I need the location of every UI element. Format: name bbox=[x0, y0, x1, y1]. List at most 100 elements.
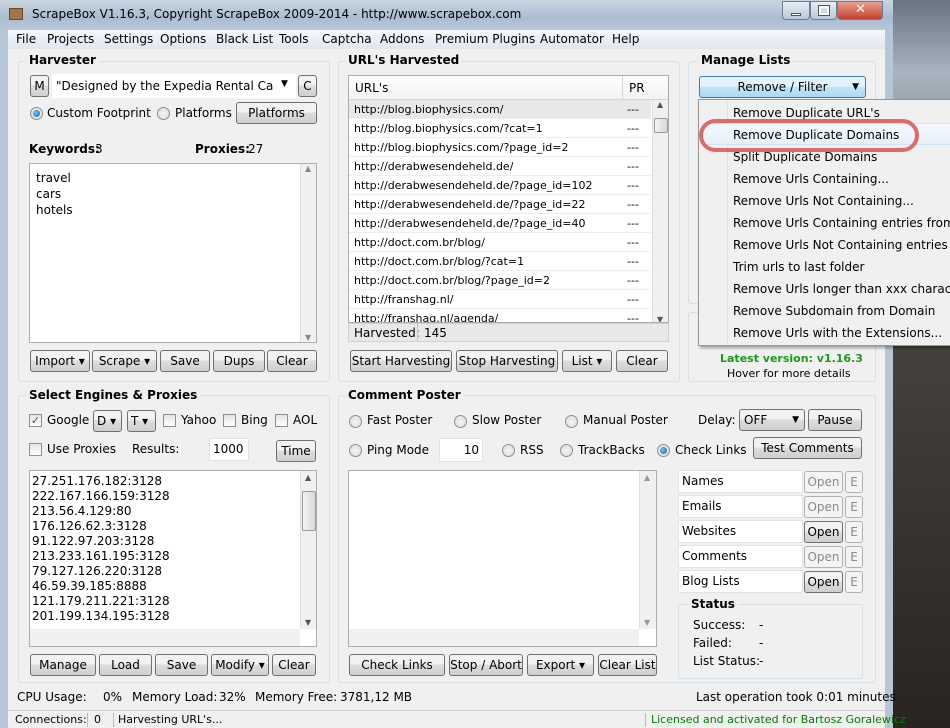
delay-dropdown[interactable]: OFF ▼ bbox=[739, 409, 805, 431]
save-keywords-button[interactable]: Save bbox=[160, 350, 210, 372]
ping-mode-radio[interactable] bbox=[349, 444, 362, 457]
url-row[interactable]: http://derabwesendeheld.de/?page_id=22 --… bbox=[349, 195, 651, 214]
google-t-dropdown[interactable]: T ▾ bbox=[127, 410, 156, 432]
ping-threads-input[interactable]: 10 bbox=[439, 438, 483, 462]
urls-scrollbar[interactable]: ▲ ▼ bbox=[652, 100, 668, 322]
proxies-textarea[interactable]: 27.251.176.182:3128 222.167.166.159:3128 2… bbox=[29, 470, 317, 647]
platforms-button[interactable]: Platforms bbox=[236, 102, 317, 124]
clear-keywords-button[interactable]: Clear bbox=[267, 350, 317, 372]
remove-filter-dropdown[interactable]: Remove / Filter ▼ bbox=[699, 76, 866, 98]
google-checkbox[interactable]: ✓ bbox=[29, 414, 42, 427]
menu-item[interactable]: Remove Urls Containing... bbox=[733, 168, 889, 190]
menu-help[interactable]: Help bbox=[612, 32, 639, 46]
menu-projects[interactable]: Projects bbox=[47, 32, 94, 46]
start-harvesting-button[interactable]: Start Harvesting bbox=[350, 350, 452, 372]
open-comments-button[interactable]: Open bbox=[804, 546, 843, 568]
url-row[interactable]: http://derabwesendeheld.de/?page_id=40 --… bbox=[349, 214, 651, 233]
url-row[interactable]: http://franshag.nl/ --- bbox=[349, 290, 651, 309]
menu-addons[interactable]: Addons bbox=[380, 32, 424, 46]
menu-captcha[interactable]: Captcha bbox=[322, 32, 372, 46]
column-header-pr[interactable]: PR bbox=[629, 81, 645, 95]
menu-item[interactable]: Remove Subdomain from Domain bbox=[733, 300, 935, 322]
url-row[interactable]: http://derabwesendeheld.de/?page_id=102 -… bbox=[349, 176, 651, 195]
slow-poster-radio[interactable] bbox=[454, 415, 467, 428]
pause-button[interactable]: Pause bbox=[808, 409, 862, 431]
check-links-radio[interactable] bbox=[657, 444, 670, 457]
menu-item[interactable]: Remove Urls Containing entries from... bbox=[733, 212, 950, 234]
open-names-button[interactable]: Open bbox=[804, 471, 843, 493]
trackbacks-radio[interactable] bbox=[560, 444, 573, 457]
menu-item[interactable]: Remove Urls Not Containing... bbox=[733, 190, 914, 212]
url-row[interactable]: http://derabwesendeheld.de/ --- bbox=[349, 157, 651, 176]
poster-hscrollbar[interactable] bbox=[349, 629, 639, 646]
export-button[interactable]: Export ▾ bbox=[527, 654, 594, 676]
clear-list-button[interactable]: Clear List bbox=[598, 654, 657, 676]
blog-lists-field[interactable]: Blog Lists bbox=[678, 570, 803, 593]
websites-field[interactable]: Websites bbox=[678, 520, 803, 543]
url-row[interactable]: http://blog.biophysics.com/ --- bbox=[349, 100, 651, 119]
menu-item[interactable]: Remove Urls with the Extensions... bbox=[733, 322, 942, 344]
google-d-dropdown[interactable]: D ▾ bbox=[93, 410, 122, 432]
title-bar[interactable]: ScrapeBox V1.16.3, Copyright ScrapeBox 2… bbox=[0, 0, 893, 30]
stop-harvesting-button[interactable]: Stop Harvesting bbox=[456, 350, 558, 372]
proxies-hscrollbar[interactable] bbox=[30, 629, 300, 646]
menu-tools[interactable]: Tools bbox=[279, 32, 309, 46]
menu-automator[interactable]: Automator bbox=[540, 32, 604, 46]
url-row[interactable]: http://doct.com.br/blog/?cat=1 --- bbox=[349, 252, 651, 271]
test-comments-button[interactable]: Test Comments bbox=[753, 437, 862, 459]
menu-item[interactable]: Remove Urls longer than xxx character bbox=[733, 278, 950, 300]
check-links-button[interactable]: Check Links bbox=[349, 654, 445, 676]
poster-textarea[interactable]: ▲ ▼ bbox=[348, 470, 657, 647]
stop-abort-button[interactable]: Stop / Abort bbox=[449, 654, 523, 676]
url-row[interactable]: http://doct.com.br/blog/ --- bbox=[349, 233, 651, 252]
open-emails-button[interactable]: Open bbox=[804, 496, 843, 518]
proxies-vscrollbar[interactable]: ▲ ▼ bbox=[300, 471, 316, 629]
url-row[interactable]: http://doct.com.br/blog/?page_id=2 --- bbox=[349, 271, 651, 290]
manage-proxies-button[interactable]: Manage bbox=[30, 654, 96, 676]
bing-checkbox[interactable] bbox=[223, 414, 236, 427]
menu-blacklist[interactable]: Black List bbox=[216, 32, 273, 46]
urls-list[interactable]: URL's PR http://blog.biophysics.com/--- h… bbox=[348, 75, 669, 323]
column-header-url[interactable]: URL's bbox=[355, 81, 388, 95]
clear-proxies-button[interactable]: Clear bbox=[272, 654, 316, 676]
modify-proxies-button[interactable]: Modify ▾ bbox=[211, 654, 269, 676]
edit-emails-button[interactable]: E bbox=[845, 496, 863, 518]
url-row[interactable]: http://blog.biophysics.com/?cat=1 --- bbox=[349, 119, 651, 138]
menu-item[interactable]: Trim urls to last folder bbox=[733, 256, 864, 278]
open-websites-button[interactable]: Open bbox=[804, 521, 843, 543]
results-input[interactable]: 1000 bbox=[209, 438, 249, 461]
save-proxies-button[interactable]: Save bbox=[155, 654, 208, 676]
time-button[interactable]: Time bbox=[276, 440, 316, 462]
scrape-button[interactable]: Scrape ▾ bbox=[92, 350, 157, 372]
hover-details[interactable]: Hover for more details bbox=[727, 367, 851, 380]
url-row[interactable]: http://blog.biophysics.com/?page_id=2 --- bbox=[349, 138, 651, 157]
menu-options[interactable]: Options bbox=[160, 32, 206, 46]
names-field[interactable]: Names bbox=[678, 470, 803, 493]
edit-blog-lists-button[interactable]: E bbox=[845, 571, 863, 593]
menu-item[interactable]: Remove Urls Not Containing entries from.… bbox=[733, 234, 950, 256]
menu-settings[interactable]: Settings bbox=[104, 32, 153, 46]
minimize-button[interactable] bbox=[782, 1, 810, 20]
manual-poster-radio[interactable] bbox=[565, 415, 578, 428]
open-blog-lists-button[interactable]: Open bbox=[804, 571, 843, 593]
dups-button[interactable]: Dups bbox=[213, 350, 265, 372]
edit-comments-button[interactable]: E bbox=[845, 546, 863, 568]
poster-vscrollbar[interactable]: ▲ ▼ bbox=[639, 471, 656, 629]
close-button[interactable]: ✕ bbox=[837, 1, 883, 20]
platforms-radio[interactable] bbox=[157, 107, 170, 120]
url-row[interactable]: http://franshag.nl/agenda/ --- bbox=[349, 309, 651, 322]
menu-file[interactable]: File bbox=[16, 32, 36, 46]
m-button[interactable]: M bbox=[30, 75, 49, 97]
emails-field[interactable]: Emails bbox=[678, 495, 803, 518]
use-proxies-checkbox[interactable] bbox=[29, 443, 42, 456]
clear-urls-button[interactable]: Clear bbox=[616, 350, 668, 372]
c-button[interactable]: C bbox=[298, 75, 317, 97]
footprint-select[interactable]: "Designed by the Expedia Rental Cars Te … bbox=[52, 74, 296, 98]
menu-premium-plugins[interactable]: Premium Plugins bbox=[435, 32, 535, 46]
keywords-scrollbar[interactable]: ▲ ▼ bbox=[300, 164, 316, 342]
aol-checkbox[interactable] bbox=[275, 414, 288, 427]
maximize-button[interactable] bbox=[810, 1, 837, 20]
load-proxies-button[interactable]: Load bbox=[99, 654, 152, 676]
fast-poster-radio[interactable] bbox=[349, 415, 362, 428]
custom-footprint-radio[interactable] bbox=[30, 107, 43, 120]
